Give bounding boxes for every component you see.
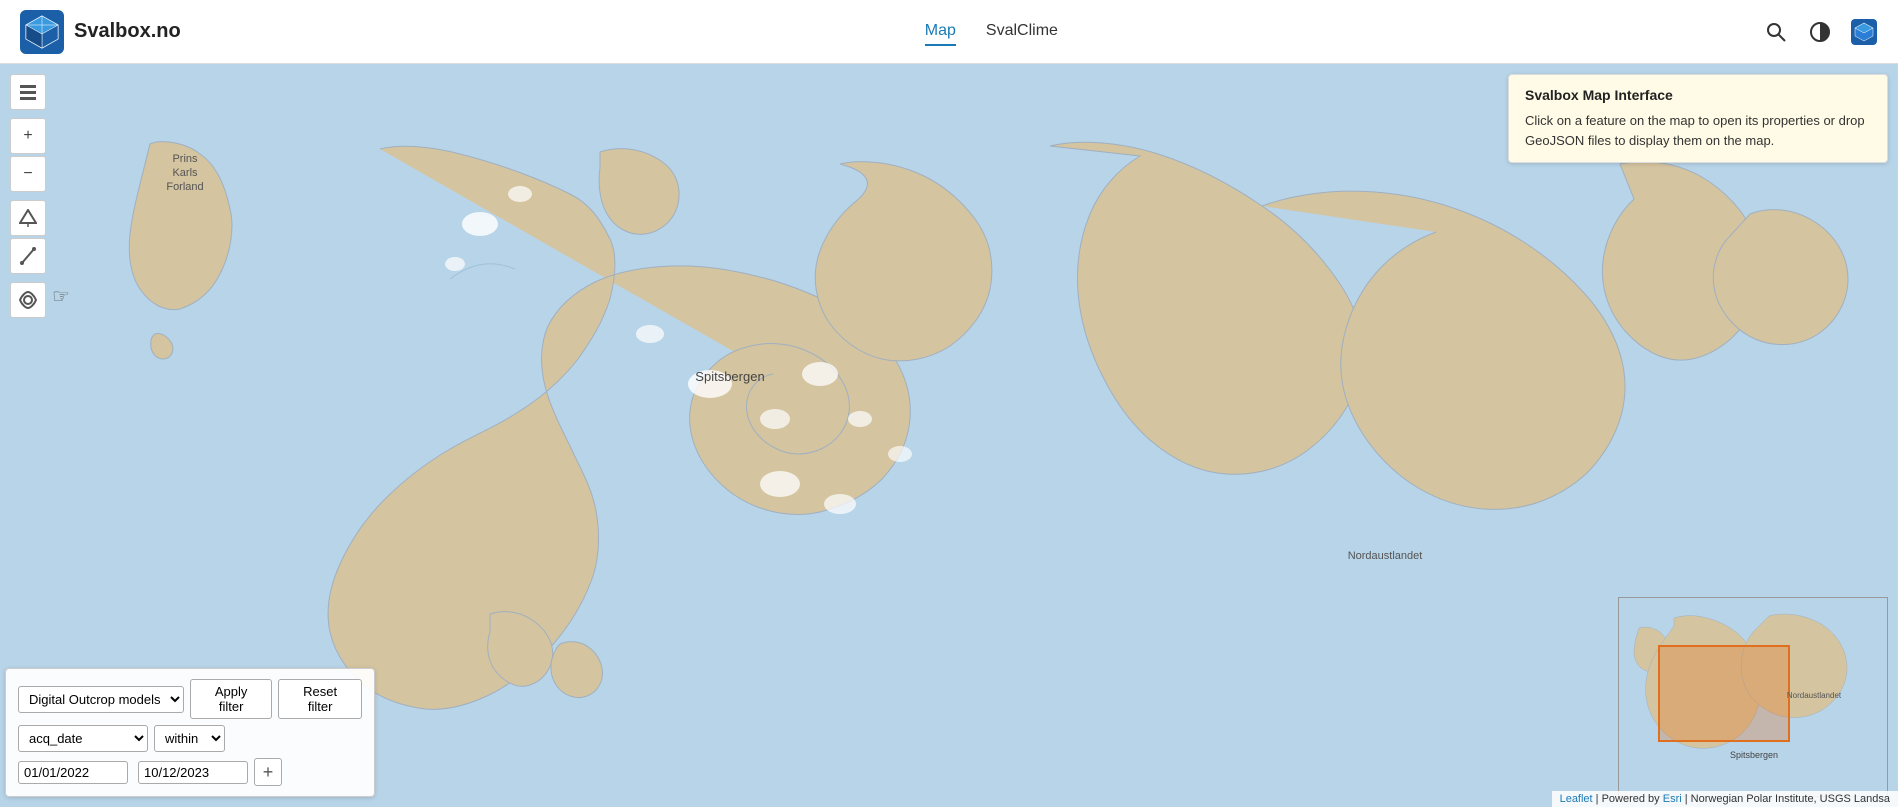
filter-row-3: + [18, 758, 362, 786]
filter-row-1: Digital Outcrop models Other Apply filte… [18, 679, 362, 719]
zoom-out-button[interactable]: − [10, 156, 46, 192]
visibility-button[interactable] [10, 282, 46, 318]
search-icon[interactable] [1762, 18, 1790, 46]
main-nav: Map SvalClime [221, 18, 1762, 46]
cube-icon[interactable] [1850, 18, 1878, 46]
date-from-input[interactable] [18, 761, 128, 784]
info-box-title: Svalbox Map Interface [1525, 87, 1871, 103]
nav-map[interactable]: Map [925, 18, 956, 46]
apply-filter-button[interactable]: Apply filter [190, 679, 272, 719]
measure-line-button[interactable] [10, 238, 46, 274]
nav-svalclime[interactable]: SvalClime [986, 18, 1058, 46]
contrast-icon[interactable] [1806, 18, 1834, 46]
add-filter-button[interactable]: + [254, 758, 282, 786]
attribution-text: | Powered by [1596, 793, 1663, 805]
condition-select[interactable]: within before after [154, 725, 225, 752]
dataset-select[interactable]: Digital Outcrop models Other [18, 686, 184, 713]
logo-icon [20, 10, 64, 54]
logo-area: Svalbox.no [20, 10, 181, 54]
field-select[interactable]: acq_date name type [18, 725, 148, 752]
header: Svalbox.no Map SvalClime [0, 0, 1898, 64]
date-to-input[interactable] [138, 761, 248, 784]
filter-row-2: acq_date name type within before after [18, 725, 362, 752]
attribution: Leaflet | Powered by Esri | Norwegian Po… [1552, 791, 1898, 807]
reset-filter-button[interactable]: Reset filter [278, 679, 362, 719]
measure-area-button[interactable] [10, 200, 46, 236]
info-box: Svalbox Map Interface Click on a feature… [1508, 74, 1888, 163]
leaflet-link[interactable]: Leaflet [1560, 793, 1593, 805]
header-right [1762, 18, 1878, 46]
filter-panel: Digital Outcrop models Other Apply filte… [5, 668, 375, 797]
info-box-text: Click on a feature on the map to open it… [1525, 111, 1871, 150]
layers-button[interactable] [10, 74, 46, 110]
attribution-rest: | Norwegian Polar Institute, USGS Landsa [1685, 793, 1890, 805]
logo-text: Svalbox.no [74, 20, 181, 43]
map-container[interactable]: Prins Karls Forland Spitsbergen Nordaust… [0, 64, 1898, 807]
zoom-in-button[interactable]: + [10, 118, 46, 154]
svg-text:Spitsbergen: Spitsbergen [1730, 750, 1778, 760]
esri-link[interactable]: Esri [1663, 793, 1682, 805]
left-toolbar: + − [10, 74, 46, 318]
minimap: Spitsbergen Nordaustlandet [1618, 597, 1888, 797]
svg-text:Nordaustlandet: Nordaustlandet [1787, 691, 1842, 700]
